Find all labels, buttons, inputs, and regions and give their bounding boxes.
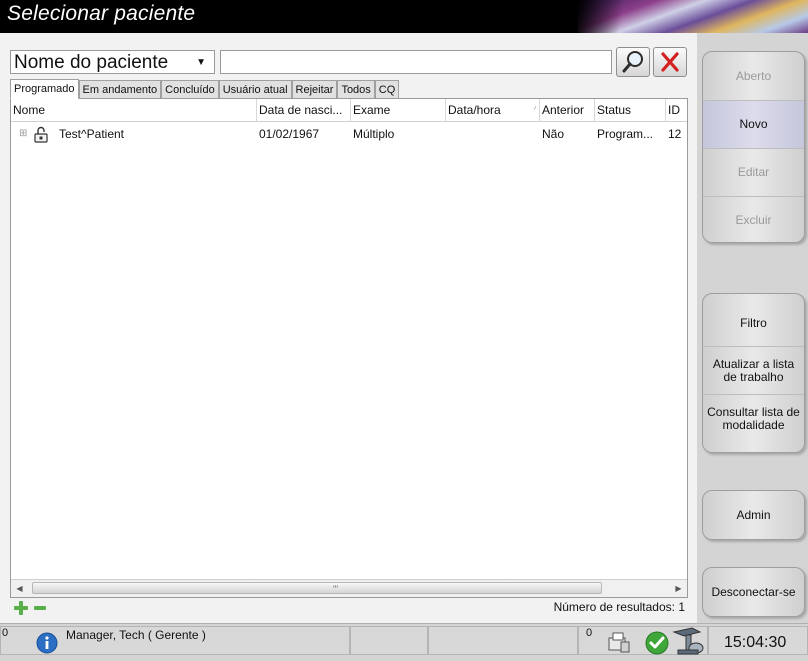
worklist-tabs: Programado Em andamento Concluído Usuári…: [10, 79, 400, 99]
column-header-data-hora[interactable]: Data/hora: [446, 99, 540, 121]
cell-anterior: Não: [542, 127, 565, 141]
remove-icon[interactable]: [34, 606, 46, 610]
delete-button[interactable]: Excluir: [703, 196, 804, 242]
tab-cq[interactable]: CQ: [374, 80, 400, 99]
dropdown-caret-icon: ▼: [196, 57, 206, 68]
search-icon: [622, 51, 643, 73]
filter-button[interactable]: Filtro: [703, 294, 804, 346]
table-row[interactable]: ⊞ Test^Patient 01/02/1967 Múltiplo Não P…: [11, 124, 687, 144]
title-decoration: [578, 0, 808, 33]
window-title: Selecionar paciente: [7, 2, 196, 25]
action-sidebar: Aberto Novo Editar Excluir Filtro Atuali…: [697, 33, 808, 623]
clear-search-button[interactable]: [653, 47, 687, 77]
column-header-data-nascimento[interactable]: Data de nasci...: [257, 99, 351, 121]
column-header-status[interactable]: Status: [595, 99, 666, 121]
cell-exame: Múltiplo: [353, 127, 395, 141]
info-icon[interactable]: [36, 632, 58, 659]
column-header-nome[interactable]: Nome: [11, 99, 257, 121]
close-icon: [661, 52, 679, 72]
status-count-left: 0: [2, 627, 9, 639]
horizontal-scrollbar[interactable]: ◀ ''' ▶: [11, 579, 687, 597]
add-icon[interactable]: [13, 600, 29, 621]
admin-button[interactable]: Admin: [703, 491, 804, 539]
patient-lock-icon: [31, 124, 55, 144]
search-type-dropdown[interactable]: Nome do paciente ▼: [10, 50, 215, 74]
logout-group: Desconectar-se: [702, 567, 805, 617]
cell-status: Program...: [597, 127, 654, 141]
tab-usuario-atual[interactable]: Usuário atual: [218, 80, 292, 99]
grid-header: Nome Data de nasci... Exame Data/hora ⁄ …: [11, 99, 687, 122]
title-bar: Selecionar paciente: [0, 0, 808, 33]
scrollbar-thumb[interactable]: ''': [32, 582, 602, 594]
status-cell-3: [428, 626, 578, 655]
new-button[interactable]: Novo: [703, 100, 804, 148]
column-header-id[interactable]: ID: [666, 99, 687, 121]
tab-concluido[interactable]: Concluído: [161, 80, 219, 99]
patient-actions-group: Aberto Novo Editar Excluir: [702, 51, 805, 243]
status-cell-2: [350, 626, 428, 655]
tab-todos[interactable]: Todos: [337, 80, 375, 99]
main-panel: Nome do paciente ▼ Programado Em andamen…: [0, 33, 697, 623]
results-count: Número de resultados: 1: [553, 600, 685, 614]
edit-button[interactable]: Editar: [703, 148, 804, 196]
admin-group: Admin: [702, 490, 805, 540]
scroll-left-icon[interactable]: ◀: [11, 580, 28, 597]
column-header-anterior[interactable]: Anterior: [540, 99, 595, 121]
cell-data-hora: [446, 124, 540, 144]
cell-data-nascimento: 01/02/1967: [259, 127, 320, 141]
system-ok-icon[interactable]: [644, 630, 670, 661]
logout-button[interactable]: Desconectar-se: [703, 568, 804, 616]
patient-grid: Nome Data de nasci... Exame Data/hora ⁄ …: [10, 98, 688, 598]
expand-icon[interactable]: ⊞: [17, 124, 31, 144]
cell-nome: Test^Patient: [59, 127, 124, 141]
search-button[interactable]: [616, 47, 650, 77]
query-modality-worklist-button[interactable]: Consultar lista de modalidade: [703, 394, 804, 442]
tab-em-andamento[interactable]: Em andamento: [78, 80, 162, 99]
status-user-name: Manager, Tech ( Gerente ): [66, 628, 206, 642]
scrollbar-grip: ''': [333, 584, 339, 594]
list-actions-group: Filtro Atualizar a lista de trabalho Con…: [702, 293, 805, 453]
tab-rejeitar[interactable]: Rejeitar: [291, 80, 338, 99]
print-queue-icon[interactable]: [605, 630, 633, 659]
scroll-right-icon[interactable]: ▶: [670, 580, 687, 597]
status-count-right: 0: [586, 627, 593, 639]
search-type-label: Nome do paciente: [14, 52, 169, 73]
refresh-worklist-button[interactable]: Atualizar a lista de trabalho: [703, 346, 804, 394]
open-button[interactable]: Aberto: [703, 52, 804, 100]
status-clock: 15:04:30: [724, 634, 787, 651]
cell-id: 12: [668, 127, 682, 141]
status-bar: 0 Manager, Tech ( Gerente ) 0 15:04:30: [0, 623, 808, 657]
column-header-exame[interactable]: Exame: [351, 99, 446, 121]
tab-programado[interactable]: Programado: [10, 79, 79, 99]
search-input[interactable]: [220, 50, 612, 74]
